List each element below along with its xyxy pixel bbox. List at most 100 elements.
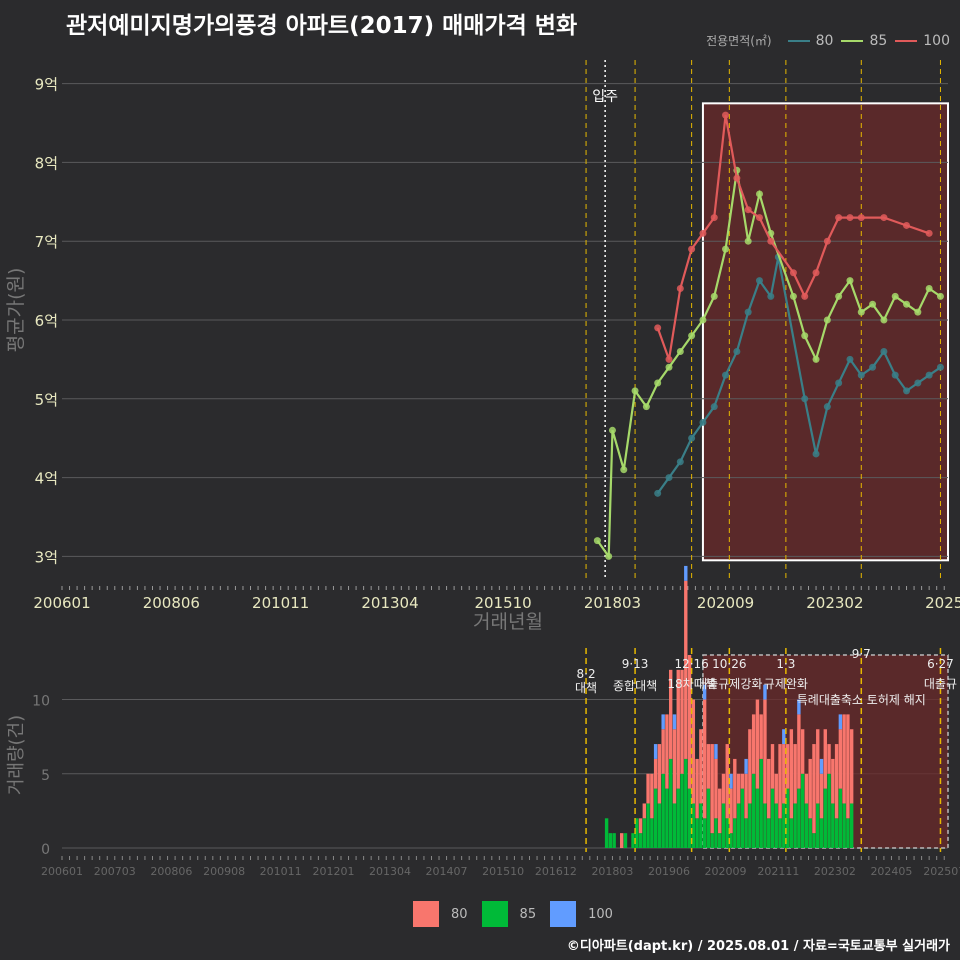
volume-bar-80 [842, 714, 846, 804]
volume-bar-80 [687, 655, 692, 789]
volume-bar-85 [849, 803, 854, 848]
data-point-80 [857, 371, 865, 379]
x-tick-label: 201803 [584, 594, 641, 612]
x-tick-label: 202009 [697, 594, 754, 612]
volume-bar-85 [631, 833, 635, 848]
volume-bar-80 [846, 714, 850, 819]
volume-bar-80 [827, 744, 831, 774]
volume-bar-85 [804, 803, 809, 848]
vol-x-tick-label: 202405 [870, 865, 912, 878]
vol-x-tick-label: 201510 [482, 865, 524, 878]
x-tick-label: 201510 [474, 594, 531, 612]
volume-bar-85 [608, 833, 613, 848]
volume-bar-100 [744, 758, 748, 774]
volume-bar-85 [604, 818, 609, 848]
data-point-85 [903, 300, 911, 308]
volume-bar-80 [759, 714, 763, 759]
data-point-100 [688, 245, 696, 253]
volume-bar-80 [804, 773, 809, 804]
vol-x-tick-label: 202111 [757, 865, 799, 878]
volume-bar-80 [793, 744, 797, 804]
vol-x-tick-label: 200908 [203, 865, 245, 878]
data-point-100 [801, 292, 809, 300]
volume-bar-80 [755, 699, 760, 789]
data-point-80 [767, 292, 775, 300]
volume-bar-85 [702, 818, 707, 848]
volume-bar-80 [695, 758, 699, 819]
volume-bar-85 [767, 818, 771, 848]
volume-bar-100 [714, 744, 718, 759]
data-point-100 [722, 111, 730, 119]
data-point-80 [925, 371, 933, 379]
policy-name-label: 대출규 [924, 677, 957, 691]
volume-bar-85 [797, 788, 801, 848]
vol-legend-key-80 [413, 901, 439, 927]
data-point-80 [801, 395, 809, 403]
data-point-85 [789, 292, 797, 300]
policy-date-label: 6·27 [927, 657, 954, 671]
vol-x-tick-label: 201906 [648, 865, 690, 878]
vol-y-tick-label: 0 [41, 842, 50, 858]
data-point-100 [823, 237, 831, 245]
volume-bar-80 [665, 714, 669, 789]
data-point-80 [903, 387, 911, 395]
data-point-80 [733, 348, 741, 356]
volume-bar-85 [721, 803, 726, 848]
volume-bar-80 [672, 729, 677, 804]
y-tick-label: 3억 [35, 548, 58, 566]
volume-bar-80 [744, 773, 748, 819]
volume-bar-80 [650, 773, 654, 819]
volume-bar-80 [800, 729, 805, 774]
data-point-85 [914, 308, 922, 316]
volume-bar-80 [721, 773, 726, 804]
x-tick-label: 202302 [806, 594, 863, 612]
data-point-80 [869, 363, 877, 371]
data-point-85 [936, 292, 944, 300]
vol-legend-key-85 [481, 901, 508, 927]
vol-legend-label-80: 80 [451, 906, 468, 922]
vol-x-tick-label: 200806 [150, 865, 192, 878]
policy-name-label: 규제완화 [764, 677, 808, 691]
volume-bar-100 [672, 714, 677, 730]
volume-bar-85 [763, 803, 767, 848]
data-point-85 [722, 245, 730, 253]
volume-bar-85 [755, 788, 760, 848]
vol-y-axis-title: 거래량(건) [6, 715, 27, 795]
policy-date-label: 9·7 [852, 647, 871, 661]
volume-bar-80 [653, 758, 658, 789]
volume-bar-80 [702, 699, 707, 819]
vol-legend-item-80: 80 [413, 901, 468, 927]
volume-bar-85 [669, 758, 673, 848]
data-point-100 [710, 214, 718, 222]
volume-bar-85 [842, 803, 846, 848]
data-point-85 [593, 537, 601, 545]
volume-bar-80 [740, 773, 745, 789]
data-point-85 [654, 379, 662, 387]
policy-date-label: 12·16 [674, 657, 708, 671]
volume-bar-80 [789, 729, 794, 819]
volume-bar-80 [646, 773, 650, 804]
data-point-80 [710, 403, 718, 411]
data-point-100 [925, 229, 933, 237]
data-point-85 [812, 355, 820, 363]
data-point-80 [699, 418, 707, 426]
vol-legend-label-100: 100 [588, 906, 613, 922]
data-point-80 [688, 434, 696, 442]
volume-bar-85 [695, 818, 699, 848]
volume-bar-100 [782, 729, 786, 745]
volume-bar-85 [751, 773, 756, 848]
source-caption: ©디아파트(dapt.kr) / 2025.08.01 / 자료=국토교통부 실… [566, 939, 950, 954]
volume-bar-80 [748, 729, 752, 804]
volume-bar-80 [725, 744, 729, 819]
data-point-85 [631, 387, 639, 395]
volume-bar-80 [619, 833, 624, 848]
data-point-100 [744, 206, 752, 214]
volume-bar-85 [759, 758, 763, 848]
data-point-80 [914, 379, 922, 387]
data-point-85 [676, 348, 684, 356]
volume-bar-80 [767, 758, 771, 819]
data-point-80 [936, 363, 944, 371]
data-point-85 [608, 426, 616, 434]
volume-bar-85 [774, 803, 778, 848]
volume-bar-100 [838, 714, 843, 730]
